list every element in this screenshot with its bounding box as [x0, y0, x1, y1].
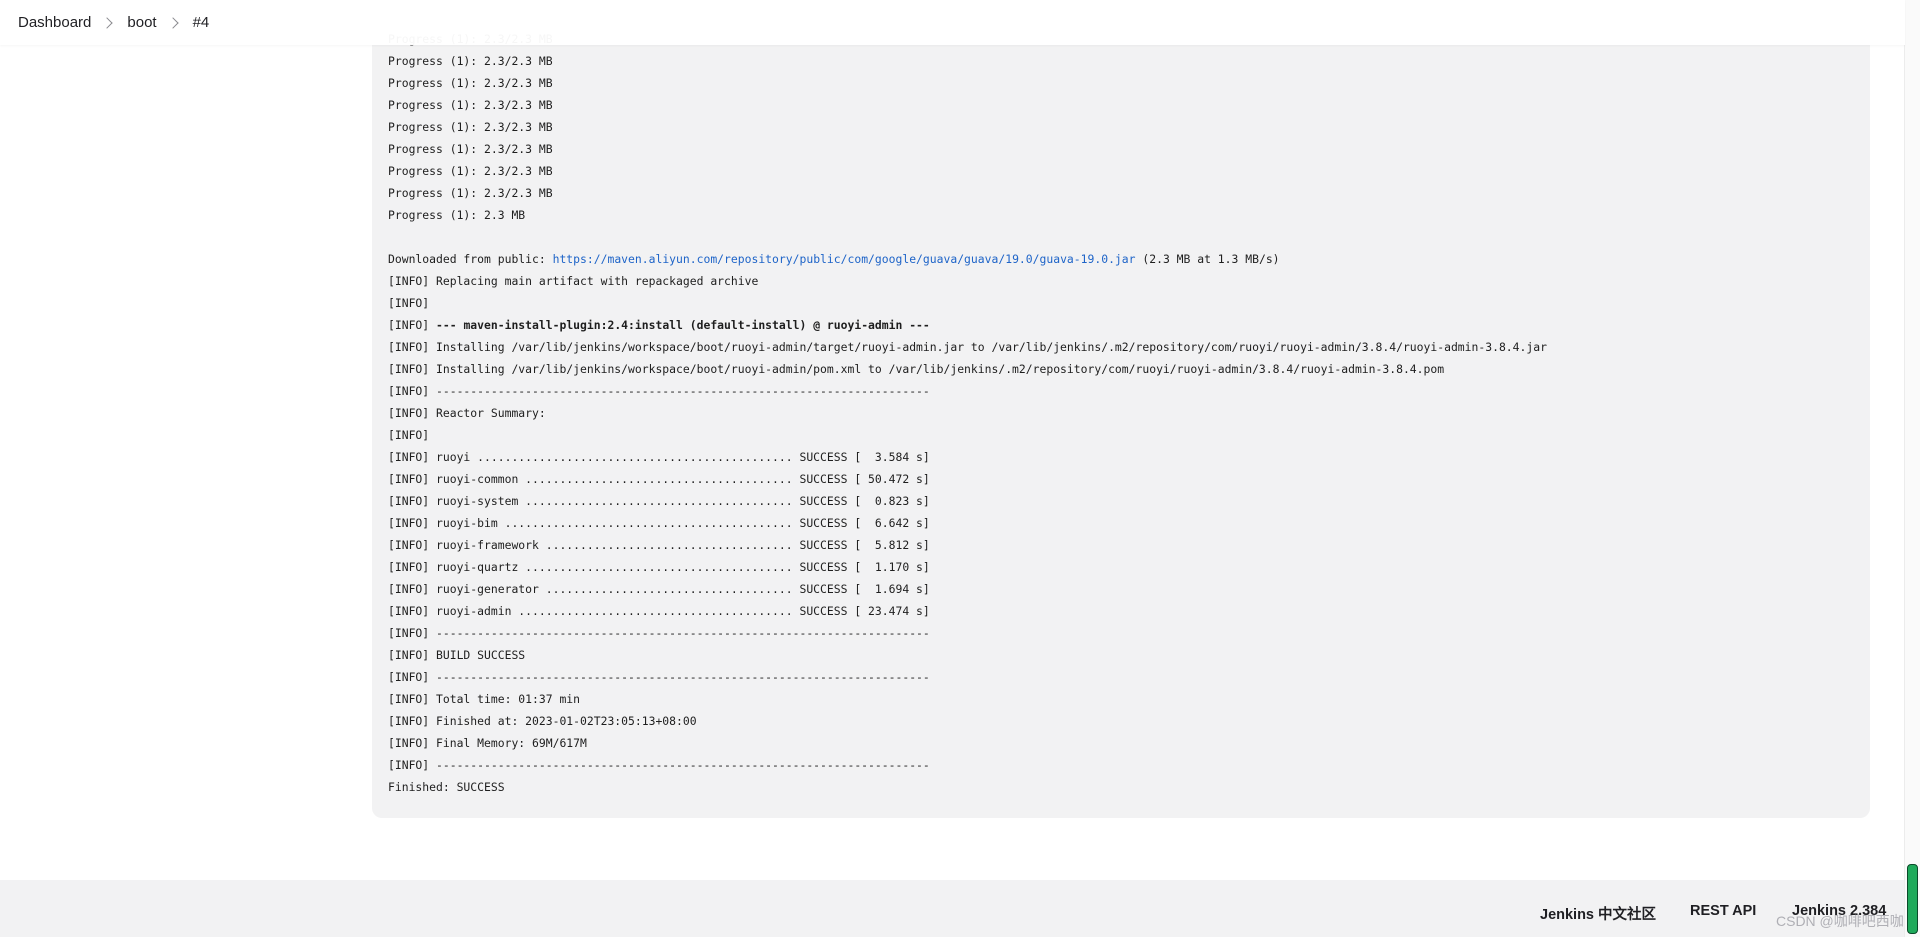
breadcrumb-build-number[interactable]: #4: [193, 14, 210, 31]
console-line: Progress (1): 2.3/2.3 MB: [388, 54, 553, 68]
breadcrumb-job-boot[interactable]: boot: [127, 14, 156, 31]
console-line: [INFO] ruoyi-generator .................…: [388, 582, 930, 596]
console-line: [INFO] BUILD SUCCESS: [388, 648, 526, 662]
console-line: Progress (1): 2.3/2.3 MB: [388, 186, 553, 200]
console-output: Progress (1): 2.3/2.3 MB Progress (1): 2.…: [372, 0, 1870, 818]
console-line: [INFO] ---------------------------------…: [388, 626, 930, 640]
console-line: [INFO] Installing /var/lib/jenkins/works…: [388, 362, 1445, 376]
console-line: [INFO] Installing /var/lib/jenkins/works…: [388, 340, 1547, 354]
console-line: [INFO]: [388, 296, 430, 310]
breadcrumb-dashboard[interactable]: Dashboard: [18, 14, 91, 31]
console-line: Progress (1): 2.3/2.3 MB: [388, 98, 553, 112]
console-line: [INFO] ---------------------------------…: [388, 670, 930, 684]
console-line: [INFO] ruoyi-quartz ....................…: [388, 560, 930, 574]
console-line: [INFO] ruoyi-framework .................…: [388, 538, 930, 552]
console-line: [INFO] Final Memory: 69M/617M: [388, 736, 587, 750]
console-line: [INFO]: [388, 428, 430, 442]
console-line: [INFO] --- maven-install-plugin:2.4:inst…: [388, 314, 1854, 336]
console-line: [INFO] ruoyi ...........................…: [388, 450, 930, 464]
console-line: Progress (1): 2.3/2.3 MB: [388, 120, 553, 134]
console-line: Downloaded from public: https://maven.al…: [388, 248, 1854, 270]
watermark: CSDN @咖啡吧西咖: [1776, 913, 1904, 929]
console-line: [INFO] Total time: 01:37 min: [388, 692, 581, 706]
console-line: [INFO] ruoyi-bim .......................…: [388, 516, 930, 530]
chevron-right-icon: [101, 16, 114, 29]
console-line: [INFO] Finished at: 2023-01-02T23:05:13+…: [388, 714, 697, 728]
console-line: Finished: SUCCESS: [388, 780, 505, 794]
chevron-right-icon: [166, 16, 179, 29]
console-line-prefix: [INFO]: [388, 318, 437, 332]
scrollbar-thumb[interactable]: [1907, 864, 1918, 934]
console-line: Progress (1): 2.3/2.3 MB: [388, 142, 553, 156]
console-line: [INFO] ruoyi-admin .....................…: [388, 604, 930, 618]
console-line-bold: --- maven-install-plugin:2.4:install (de…: [436, 318, 930, 332]
console-line: [INFO] ---------------------------------…: [388, 758, 930, 772]
console-line: [INFO] ruoyi-system ....................…: [388, 494, 930, 508]
breadcrumb: Dashboard boot #4: [0, 0, 1905, 45]
download-link[interactable]: https://maven.aliyun.com/repository/publ…: [553, 252, 1136, 266]
console-line: Progress (1): 2.3/2.3 MB: [388, 76, 553, 90]
console-line-prefix: Downloaded from public:: [388, 252, 553, 266]
footer-link-rest-api[interactable]: REST API: [1690, 903, 1756, 919]
page-footer: Jenkins 中文社区 REST API Jenkins 2.384: [0, 880, 1905, 937]
console-line: [INFO] Replacing main artifact with repa…: [388, 274, 759, 288]
footer-link-community[interactable]: Jenkins 中文社区: [1540, 903, 1656, 924]
scrollbar-track[interactable]: [1904, 0, 1920, 937]
console-line: [INFO] ruoyi-common ....................…: [388, 472, 930, 486]
console-line: Progress (1): 2.3 MB: [388, 208, 526, 222]
console-line-suffix: (2.3 MB at 1.3 MB/s): [1135, 252, 1280, 266]
console-line: [INFO] Reactor Summary:: [388, 406, 546, 420]
console-line: Progress (1): 2.3/2.3 MB: [388, 164, 553, 178]
console-line: [INFO] ---------------------------------…: [388, 384, 930, 398]
